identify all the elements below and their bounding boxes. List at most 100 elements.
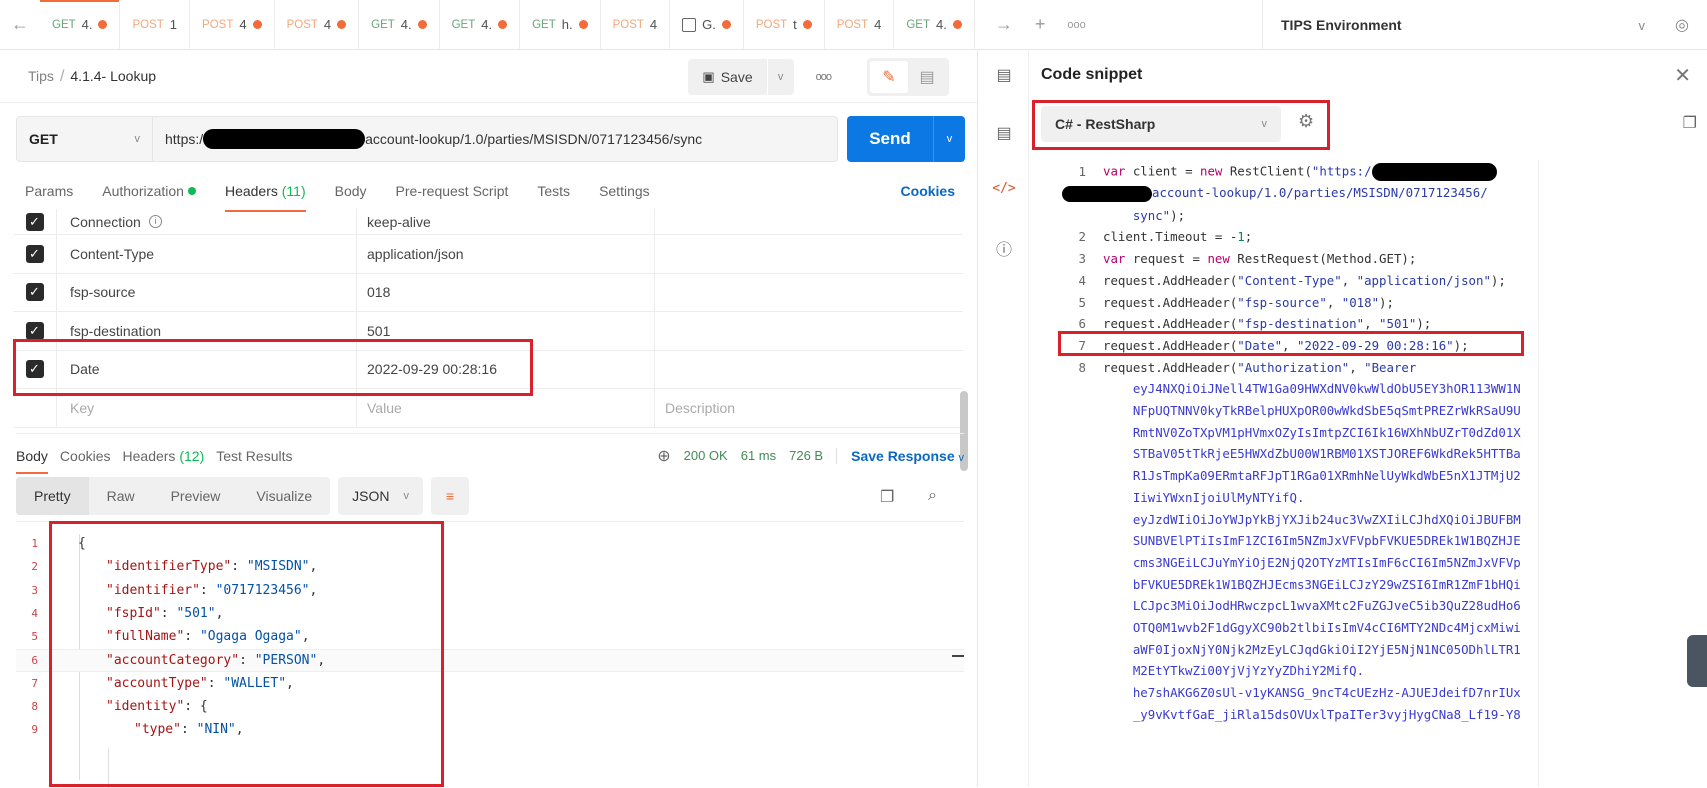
back-arrow-icon[interactable]: ←: [0, 14, 40, 35]
comments-icon[interactable]: ▤: [979, 123, 1029, 143]
more-tabs-icon[interactable]: ooo: [1067, 19, 1085, 31]
header-value[interactable]: keep-alive: [357, 209, 655, 234]
view-visualize[interactable]: Visualize: [238, 477, 330, 515]
code-token: var: [1103, 251, 1126, 267]
request-tab[interactable]: POST 4: [601, 0, 671, 50]
documentation-icon[interactable]: ▤: [979, 65, 1029, 85]
header-description[interactable]: [655, 209, 963, 234]
response-time[interactable]: 61 ms: [741, 448, 776, 463]
header-checkbox[interactable]: ✓: [25, 212, 44, 231]
header-key[interactable]: Content-Type: [57, 235, 357, 273]
line-code: he7shAKG6Z0sUl-v1yKANSG_9ncT4cUEzHz-AJUE…: [1103, 685, 1521, 700]
mode-switch: ✎ ▤: [867, 57, 949, 96]
header-value[interactable]: application/json: [357, 235, 655, 273]
tab-name: 4: [239, 17, 247, 32]
more-options-icon[interactable]: ooo: [816, 71, 832, 83]
copy-icon[interactable]: ❐: [1683, 113, 1697, 133]
snippet-scrollbar[interactable]: [1538, 160, 1539, 787]
remote-control-widget[interactable]: [1687, 635, 1707, 687]
new-tab-plus-icon[interactable]: +: [1035, 14, 1046, 35]
request-title[interactable]: 4.1.4- Lookup: [70, 68, 156, 84]
pencil-icon[interactable]: ✎: [870, 60, 908, 93]
tab-body[interactable]: Body: [335, 176, 367, 206]
response-tab-test-results[interactable]: Test Results: [216, 448, 292, 464]
environment-selector[interactable]: TIPS Environment v ◎: [1262, 0, 1707, 50]
code-icon[interactable]: </>: [979, 181, 1029, 196]
code-snippet-editor[interactable]: 1 var client = new RestClient("https:/ acc…: [1030, 159, 1562, 787]
comment-icon[interactable]: ▤: [908, 61, 946, 93]
request-tabs: Params Authorization Headers (11) Body P…: [25, 176, 955, 212]
request-tab[interactable]: GET 4.: [40, 0, 121, 50]
breadcrumb-collection[interactable]: Tips: [28, 68, 54, 84]
request-tab[interactable]: GET 4.: [359, 0, 440, 50]
header-description[interactable]: [655, 351, 963, 389]
code-token: RmtNV0ZoTXpVM1pHVmxOZyIsImtpZCI6Ik16WXhN…: [1103, 424, 1521, 440]
cookies-link[interactable]: Cookies: [901, 183, 955, 199]
send-button[interactable]: Send v: [847, 116, 965, 162]
info-icon[interactable]: i: [148, 215, 162, 228]
request-header: Tips / 4.1.4- Lookup ▣ Save v ooo ✎ ▤: [0, 51, 977, 103]
response-tab-headers[interactable]: Headers (12): [123, 448, 205, 464]
header-checkbox[interactable]: ✓: [25, 244, 44, 263]
header-value[interactable]: 018: [357, 273, 655, 311]
tab-params[interactable]: Params: [25, 176, 73, 206]
response-tab-body[interactable]: Body: [16, 448, 48, 474]
code-token: ,: [1364, 316, 1380, 332]
header-key[interactable]: Connection i: [57, 209, 357, 234]
format-select[interactable]: JSON v: [338, 477, 424, 515]
send-options-chevron-icon[interactable]: v: [933, 116, 965, 162]
tab-settings[interactable]: Settings: [599, 176, 650, 206]
view-pretty[interactable]: Pretty: [16, 477, 89, 515]
save-options-dropdown[interactable]: v: [767, 58, 794, 95]
save-button[interactable]: ▣ Save: [688, 58, 767, 95]
new-description-input[interactable]: Description: [655, 389, 963, 427]
header-checkbox[interactable]: ✓: [25, 283, 44, 302]
eye-icon[interactable]: ◎: [1675, 15, 1689, 35]
tab-method: GET: [371, 18, 395, 31]
request-tab[interactable]: POST t: [744, 0, 825, 50]
code-token: he7shAKG6Z0sUl-v1yKANSG_9ncT4cUEzHz-AJUE…: [1103, 685, 1521, 701]
response-size[interactable]: 726 B: [789, 448, 823, 463]
request-tab[interactable]: POST 4: [825, 0, 895, 50]
save-response-button[interactable]: Save Response v: [836, 447, 964, 464]
code-token: request.AddHeader(: [1103, 272, 1238, 288]
request-tab[interactable]: POST 4: [190, 0, 275, 50]
wrap-lines-icon[interactable]: ≡: [431, 477, 470, 515]
close-icon[interactable]: ✕: [1674, 63, 1691, 88]
request-tab[interactable]: GET 4.: [440, 0, 521, 50]
globe-lock-icon[interactable]: ⊕: [657, 446, 670, 466]
header-key[interactable]: fsp-source: [57, 273, 357, 311]
copy-icon[interactable]: ❐: [880, 487, 894, 507]
request-tab[interactable]: GET h.: [520, 0, 601, 50]
response-tab-cookies[interactable]: Cookies: [60, 448, 111, 464]
search-icon[interactable]: ⌕: [928, 487, 937, 505]
header-checkbox[interactable]: ✓: [25, 321, 44, 340]
info-icon[interactable]: ⓘ: [979, 236, 1029, 260]
tab-pre-request-script[interactable]: Pre-request Script: [396, 176, 509, 206]
line-code: account-lookup/1.0/parties/MSISDN/071712…: [1062, 185, 1488, 202]
view-preview[interactable]: Preview: [153, 477, 239, 515]
line-code: NFpUQTNNV0kyTkRBelpHUXpOR00wWkdSbE5qSmtP…: [1103, 403, 1521, 418]
highlight-language-select: [1032, 100, 1330, 150]
tab-authorization-label: Authorization: [102, 183, 184, 199]
url-input[interactable]: https:/ account-lookup/1.0/parties/MSISDN…: [153, 116, 838, 162]
status-code[interactable]: 200 OK: [684, 448, 728, 463]
header-description[interactable]: [655, 274, 963, 312]
tab-tests[interactable]: Tests: [537, 176, 570, 206]
unsaved-dot-icon: [802, 20, 812, 29]
code-token: STBaV05tTkRjeE5HWXdZbU00W1RBM01XSTJOREF6…: [1103, 446, 1521, 462]
request-tab[interactable]: G.: [670, 0, 744, 50]
forward-arrow-icon[interactable]: →: [995, 14, 1013, 35]
header-description[interactable]: [655, 235, 963, 273]
request-tab[interactable]: POST 4: [275, 0, 360, 50]
request-tab[interactable]: POST 1: [120, 0, 191, 50]
tab-authorization[interactable]: Authorization: [102, 176, 196, 206]
tab-headers[interactable]: Headers (11): [224, 176, 306, 212]
request-tab[interactable]: GET 4.: [894, 0, 975, 50]
method-select[interactable]: GET v: [16, 116, 153, 162]
unsaved-dot-icon: [337, 20, 347, 29]
view-raw[interactable]: Raw: [89, 477, 153, 515]
header-key-text: Connection: [70, 213, 141, 230]
header-description[interactable]: [655, 312, 963, 350]
response-headers-count: (12): [179, 447, 205, 464]
